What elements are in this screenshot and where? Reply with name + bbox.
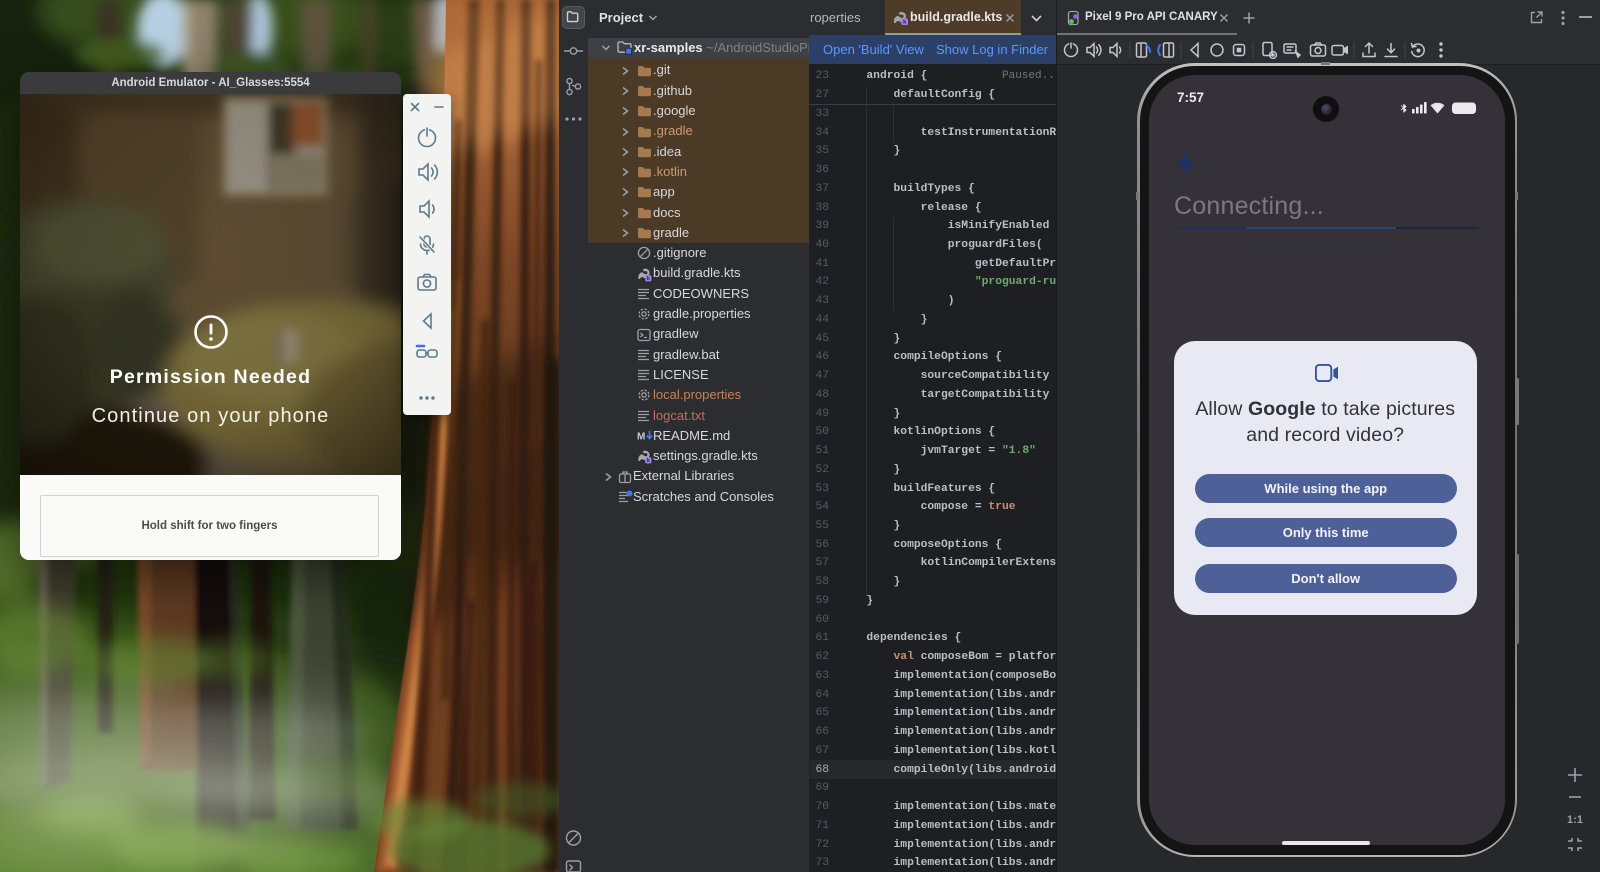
svg-text:k: k: [647, 276, 650, 282]
svg-text:M: M: [637, 432, 645, 443]
svg-text:k: k: [647, 458, 650, 464]
svg-text:1:1: 1:1: [1567, 814, 1583, 826]
